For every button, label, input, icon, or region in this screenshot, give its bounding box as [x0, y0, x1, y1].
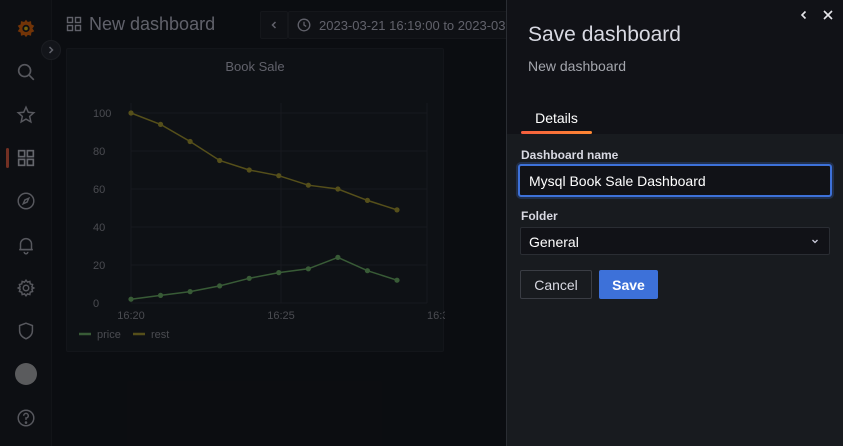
- data-point-price: [157, 292, 164, 298]
- data-point-rest: [364, 197, 371, 203]
- data-point-price: [364, 268, 371, 274]
- y-tick-label: 20: [93, 260, 105, 272]
- data-point-rest: [128, 110, 134, 116]
- data-point-rest: [305, 182, 311, 188]
- y-tick-label: 80: [93, 146, 105, 158]
- x-tick-label: 16:25: [267, 310, 295, 322]
- close-icon: [823, 10, 833, 20]
- save-button[interactable]: Save: [599, 270, 658, 299]
- data-point-rest: [217, 157, 223, 164]
- help-icon[interactable]: [0, 398, 52, 438]
- legend-label-price: price: [97, 329, 121, 341]
- folder-label: Folder: [521, 209, 558, 223]
- y-tick-label: 100: [93, 108, 111, 120]
- data-point-price: [335, 254, 341, 260]
- dashboard-title[interactable]: New dashboard: [89, 14, 215, 35]
- x-tick-label: 16:3: [427, 310, 445, 322]
- star-icon[interactable]: [0, 95, 52, 135]
- time-back-button[interactable]: [260, 11, 288, 39]
- clock-icon: [297, 18, 311, 32]
- data-point-price: [394, 277, 400, 283]
- chevron-down-icon: [812, 239, 818, 244]
- data-point-price: [217, 283, 223, 289]
- chevron-left-icon: [800, 10, 807, 20]
- drawer-title: Save dashboard: [528, 23, 681, 46]
- data-point-price: [187, 289, 193, 295]
- data-point-rest: [276, 173, 282, 179]
- dashboard-grid-icon: [66, 16, 82, 32]
- chevron-left-icon: [271, 21, 277, 29]
- user-avatar[interactable]: [0, 354, 52, 394]
- cancel-button[interactable]: Cancel: [520, 270, 592, 299]
- data-point-rest: [187, 138, 193, 145]
- gear-icon[interactable]: [0, 268, 52, 308]
- expand-nav-button[interactable]: [41, 40, 61, 60]
- data-point-rest: [394, 207, 400, 213]
- book-sale-chart: 0 20 40 60 80 100 16:20 16:25 16:3 price rest: [79, 103, 445, 341]
- x-tick-label: 16:20: [117, 310, 145, 322]
- folder-select[interactable]: General: [520, 227, 830, 255]
- data-point-rest: [246, 167, 252, 173]
- compass-icon[interactable]: [0, 181, 52, 221]
- dashboards-icon[interactable]: [0, 138, 52, 178]
- drawer-subtitle: New dashboard: [528, 58, 627, 74]
- side-nav: [0, 0, 52, 446]
- series-line-price: [130, 256, 398, 300]
- close-drawer-button[interactable]: [819, 6, 837, 24]
- data-point-price: [276, 270, 282, 276]
- shield-icon[interactable]: [0, 311, 52, 351]
- legend-label-rest: rest: [151, 329, 169, 341]
- book-sale-panel[interactable]: Book Sale 02040608010016:2016:2516:3pric…: [66, 48, 445, 352]
- dashboard-name-input[interactable]: [518, 164, 832, 197]
- data-point-rest: [335, 186, 341, 192]
- tab-details[interactable]: Details: [521, 104, 592, 134]
- y-tick-label: 60: [93, 184, 105, 196]
- avatar: [15, 363, 37, 385]
- drawer-header: Save dashboard New dashboard Details: [507, 0, 843, 134]
- data-point-rest: [157, 121, 164, 127]
- folder-select-value: General: [529, 234, 579, 250]
- bell-icon[interactable]: [0, 225, 52, 265]
- data-point-price: [128, 296, 134, 302]
- data-point-price: [246, 275, 252, 281]
- y-tick-label: 0: [93, 298, 99, 310]
- chevron-right-icon: [48, 46, 54, 54]
- save-dashboard-drawer: Save dashboard New dashboard Details Das…: [506, 0, 843, 446]
- collapse-drawer-button[interactable]: [795, 6, 813, 24]
- series-line-rest: [130, 112, 398, 211]
- data-point-price: [305, 266, 311, 272]
- dashboard-name-label: Dashboard name: [521, 148, 619, 162]
- y-tick-label: 40: [93, 222, 105, 234]
